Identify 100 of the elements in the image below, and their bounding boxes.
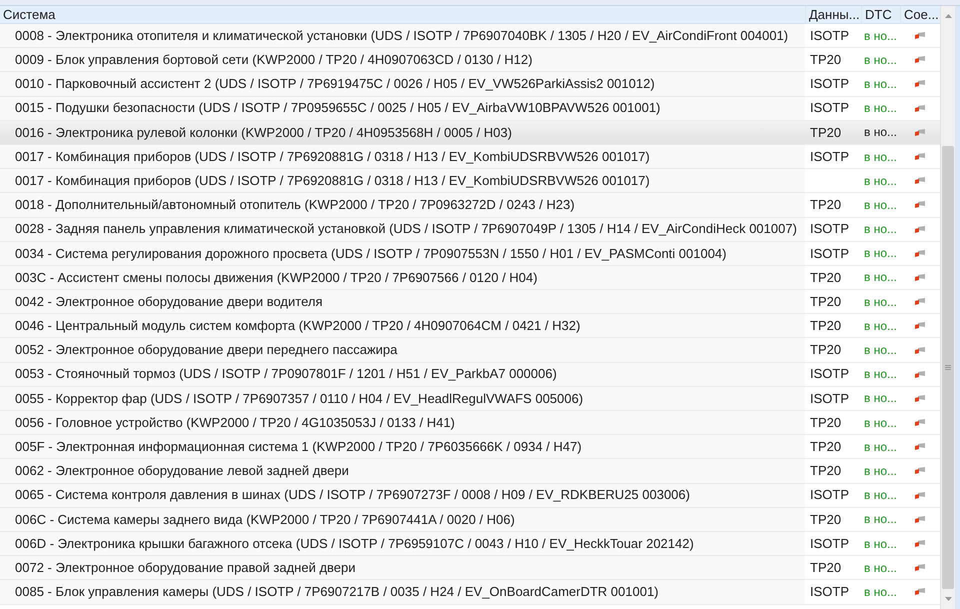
data-cell-text: ISOTP (810, 534, 850, 553)
plug-icon (914, 443, 926, 450)
plug-icon (914, 564, 926, 572)
dtc-cell-text: в но... (864, 100, 898, 118)
dtc-cell-text: в но... (864, 560, 898, 577)
table-row[interactable]: 003C - Ассистент смены полосы движения (KWP2000 / TP20 / 7P6907566 / 0120 / H04) TP20 в но... (0, 266, 940, 290)
dtc-cell-text: в но... (864, 28, 898, 45)
system-cell-text: 0062 - Электронное оборудование левой задней двери (15, 462, 349, 480)
table-row[interactable]: 0052 - Электронное оборудование двери переднего пассажира TP20 в но... (0, 338, 940, 363)
dtc-cell-text: в но... (864, 196, 898, 214)
system-cell-text: 0085 - Блок управления камеры (UDS / ISOTP / 7P6907217B / 0035 / H24 / EV_OnBoardCamerDTR 001001) (15, 583, 659, 602)
data-cell-text: ISOTP (810, 26, 850, 45)
scrollbar[interactable] (940, 6, 955, 609)
dtc-cell-text: в но... (864, 511, 898, 528)
table-row[interactable]: 0046 - Центральный модуль систем комфорта (KWP2000 / TP20 / 4H0907064CM / 0421 / H32) TP20 в но... (0, 314, 940, 338)
plug-icon (914, 419, 926, 426)
plug-icon (914, 298, 926, 306)
dtc-cell-text: в но... (864, 318, 898, 335)
column-header[interactable]: DTC (861, 6, 900, 23)
system-cell-text: 0055 - Корректор фар (UDS / ISOTP / 7P6907357 / 0110 / H04 / EV_HeadlRegulVWAFS 005006) (15, 390, 584, 408)
table-row[interactable]: 0010 - Парковочный ассистент 2 (UDS / ISOTP / 7P6919475C / 0026 / H05 / EV_VW526ParkiAssis2 001012) ISOTP в но... (0, 72, 940, 97)
data-cell-text: ISOTP (810, 390, 850, 408)
table-row[interactable]: 0085 - Блок управления камеры (UDS / ISOTP / 7P6907217B / 0035 / H24 / EV_OnBoardCamerDTR 001001) ISOTP в но... (0, 580, 940, 604)
system-cell-text: 0010 - Парковочный ассистент 2 (UDS / ISOTP / 7P6919475C / 0026 / H05 / EV_VW526ParkiAssis2 001012) (15, 75, 655, 94)
scroll-down-icon[interactable] (944, 597, 952, 601)
table-row[interactable]: 0017 - Комбинация приборов (UDS / ISOTP / 7P6920881G / 0318 / H13 / EV_KombiUDSRBVW526 001017) в но... (0, 169, 940, 194)
table-row[interactable]: 0018 - Дополнительный/автономный отопитель (KWP2000 / TP20 / 7P0963272D / 0243 / H23) TP20 в но... (0, 193, 940, 218)
table-row[interactable]: 0034 - Система регулирования дорожного просвета (UDS / ISOTP / 7P0907553N / 1550 / H01 / EV_PASMConti 001004) ISOTP в но... (0, 242, 940, 266)
data-cell-text: ISOTP (810, 583, 850, 602)
data-cell-text: TP20 (810, 341, 842, 360)
plug-icon (914, 104, 926, 112)
system-cell-text: 006C - Система камеры заднего вида (KWP2000 / TP20 / 7P6907441A / 0020 / H06) (15, 510, 515, 529)
data-cell-text: TP20 (810, 124, 842, 142)
grip-icon (945, 365, 951, 370)
table-row[interactable]: 0056 - Головное устройство (KWP2000 / TP20 / 4G1035053J / 0133 / H41) TP20 в но... (0, 411, 940, 436)
table-row[interactable]: 0053 - Стояночный тормоз (UDS / ISOTP / 7P0907801F / 1201 / H51 / EV_ParkbA7 000006) ISOTP в но... (0, 362, 940, 387)
table-row[interactable]: 006D - Электроника крышки багажного отсека (UDS / ISOTP / 7P6959107C / 0043 / H10 / EV_HeckkTouar 202142) ISOTP в но... (0, 532, 940, 556)
table-row[interactable]: 0008 - Электроника отопителя и климатической установки (UDS / ISOTP / 7P6907040BK / 1305 / H20 / EV_AirCondiFront 004001) ISOTP в но... (0, 24, 940, 48)
system-cell-text: 0034 - Система регулирования дорожного просвета (UDS / ISOTP / 7P0907553N / 1550 / H01 / EV_PASMConti 001004) (15, 244, 726, 263)
dtc-cell-text: в но... (864, 487, 898, 504)
system-cell-text: 0016 - Электроника рулевой колонки (KWP2000 / TP20 / 4H0953568H / 0005 / H03) (15, 124, 512, 142)
table-row[interactable]: 0009 - Блок управления бортовой сети (KWP2000 / TP20 / 4H0907063CD / 0130 / H12) TP20 в но... (0, 48, 940, 72)
plug-icon (914, 540, 926, 548)
table-row[interactable]: 0072 - Электронное оборудование правой задней двери TP20 в но... (0, 556, 940, 580)
dtc-cell-text: в но... (864, 414, 898, 432)
plug-icon (914, 588, 926, 596)
scroll-thumb[interactable] (942, 146, 954, 589)
scroll-up-icon[interactable] (944, 14, 952, 18)
system-cell-text: 0053 - Стояночный тормоз (UDS / ISOTP / 7P0907801F / 1201 / H51 / EV_ParkbA7 000006) (15, 365, 557, 384)
table-row[interactable]: 0065 - Система контроля давления в шинах (UDS / ISOTP / 7P6907273F / 0008 / H09 / EV_RDKBERU25 003006) ISOTP в но... (0, 484, 940, 508)
system-cell-text: 006D - Электроника крышки багажного отсека (UDS / ISOTP / 7P6959107C / 0043 / H10 / EV_HeckkTouar 202142) (15, 534, 694, 553)
dtc-cell-text: в но... (864, 245, 898, 262)
table-row[interactable]: 005F - Электронная информационная система 1 (KWP2000 / TP20 / 7P6035666K / 0934 / H47) TP20 в но... (0, 435, 940, 460)
system-cell-text: 0009 - Блок управления бортовой сети (KWP2000 / TP20 / 4H0907063CD / 0130 / H12) (15, 51, 532, 70)
system-cell-text: 0065 - Система контроля давления в шинах (UDS / ISOTP / 7P6907273F / 0008 / H09 / EV_RDKBERU25 003006) (15, 486, 690, 504)
plug-icon (914, 128, 926, 136)
dtc-cell-text: в но... (864, 584, 898, 601)
dtc-cell-text: в но... (864, 294, 898, 311)
system-cell-text: 005F - Электронная информационная система 1 (KWP2000 / TP20 / 7P6035666K / 0934 / H47) (15, 438, 582, 456)
plug-icon (914, 250, 926, 257)
dtc-cell-text: в но... (864, 148, 898, 166)
dtc-cell-text: в но... (864, 438, 898, 456)
column-header[interactable]: Система (0, 6, 805, 23)
data-cell-text: ISOTP (810, 75, 850, 94)
table-row[interactable]: 0028 - Задняя панель управления климатической установкой (UDS / ISOTP / 7P6907049P / 1305 / H14 / EV_AirCondiHeck 001007) ISOTP в но... (0, 218, 940, 242)
data-cell-text: TP20 (810, 292, 842, 311)
plug-icon (914, 80, 926, 88)
data-cell-text: ISOTP (810, 244, 850, 263)
table-row[interactable]: 0055 - Корректор фар (UDS / ISOTP / 7P6907357 / 0110 / H04 / EV_HeadlRegulVWAFS 005006) ISOTP в но... (0, 386, 940, 411)
data-cell-text: TP20 (810, 51, 842, 70)
dtc-cell-text: в но... (864, 172, 898, 190)
system-cell-text: 0052 - Электронное оборудование двери переднего пассажира (15, 341, 398, 360)
data-cell-text: TP20 (810, 462, 842, 480)
table-row[interactable]: 0042 - Электронное оборудование двери водителя TP20 в но... (0, 290, 940, 314)
system-cell-text: 0015 - Подушки безопасности (UDS / ISOTP / 7P0959655C / 0025 / H05 / EV_AirbaVW10BPAVW526 001001) (15, 99, 660, 118)
system-cell-text: 0072 - Электронное оборудование правой задней двери (15, 558, 356, 577)
plug-icon (914, 394, 926, 402)
data-cell-text: ISOTP (810, 99, 850, 118)
data-cell-text: TP20 (810, 196, 842, 214)
data-cell-text: TP20 (810, 510, 842, 529)
dtc-cell-text: в но... (864, 342, 898, 360)
column-header[interactable]: Данны... (805, 6, 861, 23)
system-cell-text: 0018 - Дополнительный/автономный отопитель (KWP2000 / TP20 / 7P0963272D / 0243 / H23) (15, 196, 575, 214)
system-cell-text: 0028 - Задняя панель управления климатической установкой (UDS / ISOTP / 7P6907049P / 1305 / H14 / EV_AirCondiHeck 001007) (15, 220, 797, 238)
table-row[interactable]: 0062 - Электронное оборудование левой задней двери TP20 в но... (0, 459, 940, 484)
plug-icon (914, 346, 926, 354)
plug-icon (914, 370, 926, 378)
dtc-cell-text: в но... (864, 221, 898, 238)
table-row[interactable]: 0017 - Комбинация приборов (UDS / ISOTP / 7P6920881G / 0318 / H13 / EV_KombiUDSRBVW526 001017) ISOTP в но... (0, 144, 940, 170)
plug-icon (914, 322, 926, 330)
data-cell-text: ISOTP (810, 148, 850, 166)
table-row[interactable]: 006C - Система камеры заднего вида (KWP2000 / TP20 / 7P6907441A / 0020 / H06) TP20 в но... (0, 508, 940, 532)
plug-icon (914, 201, 926, 208)
data-cell-text: TP20 (810, 558, 842, 577)
system-cell-text: 0017 - Комбинация приборов (UDS / ISOTP / 7P6920881G / 0318 / H13 / EV_KombiUDSRBVW526 001017) (15, 148, 650, 166)
dtc-cell-text: в но... (864, 52, 898, 69)
system-cell-text: 003C - Ассистент смены полосы движения (KWP2000 / TP20 / 7P6907566 / 0120 / H04) (15, 268, 538, 287)
table-row[interactable]: 0015 - Подушки безопасности (UDS / ISOTP / 7P0959655C / 0025 / H05 / EV_AirbaVW10BPAVW526 001001) ISOTP в но... (0, 96, 940, 121)
table-row[interactable]: 0016 - Электроника рулевой колонки (KWP2000 / TP20 / 4H0953568H / 0005 / H03) TP20 в но... (0, 120, 940, 145)
data-cell-text: TP20 (810, 438, 842, 456)
